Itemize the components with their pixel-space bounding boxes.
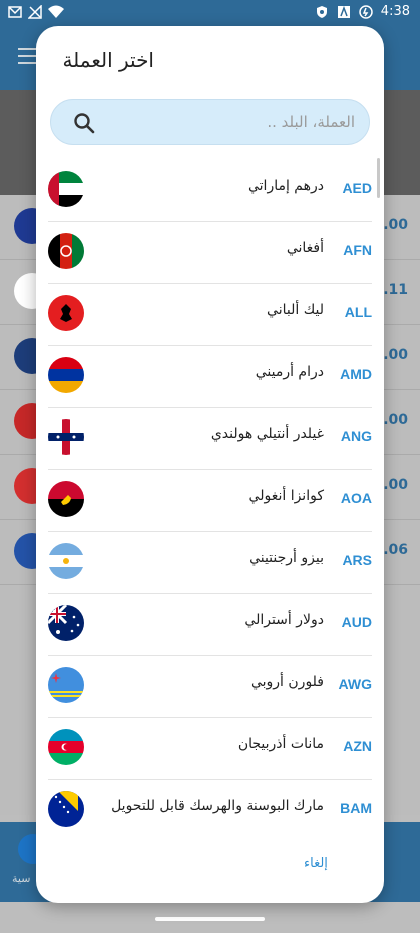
status-time: 4:38: [380, 4, 410, 19]
currency-name: أفغاني: [286, 240, 324, 256]
background-value: .00: [383, 477, 408, 493]
bosnia-flag-icon: [48, 791, 84, 827]
wifi-icon: [48, 5, 64, 19]
currency-name: ليك ألباني: [267, 302, 324, 318]
search-icon[interactable]: [73, 112, 95, 134]
currency-code: AFN: [343, 242, 372, 258]
currency-item-ang[interactable]: ANG غيلدر أنتيلي هولندي: [36, 408, 384, 470]
currency-name: كوانزا أنغولي: [248, 488, 324, 504]
currency-item-azn[interactable]: AZN مانات أذربيجان: [36, 718, 384, 780]
netherlands-antilles-flag-icon: [48, 419, 84, 455]
currency-code: ARS: [342, 552, 372, 568]
navigation-handle[interactable]: [155, 917, 265, 921]
dialog-title: اختر العملة: [62, 48, 154, 72]
currency-item-ars[interactable]: ARS بيزو أرجنتيني: [36, 532, 384, 594]
currency-code: AWG: [338, 676, 372, 692]
menu-icon: [18, 48, 38, 64]
no-signal-icon: [28, 5, 42, 19]
currency-name: درام أرميني: [255, 364, 324, 380]
uae-flag-icon: [48, 171, 84, 207]
currency-code: AMD: [340, 366, 372, 382]
currency-list: AED درهم إماراتي AFN أفغاني ALL ليك ألبا…: [36, 160, 384, 827]
angola-flag-icon: [48, 481, 84, 517]
armenia-flag-icon: [48, 357, 84, 393]
currency-item-aoa[interactable]: AOA كوانزا أنغولي: [36, 470, 384, 532]
currency-name: دولار أسترالي: [244, 612, 324, 628]
battery-saver-icon: [359, 4, 373, 19]
currency-item-all[interactable]: ALL ليك ألباني: [36, 284, 384, 346]
currency-name: فلورن أروبي: [250, 674, 324, 690]
mail-icon: [8, 5, 22, 19]
currency-code: BAM: [340, 800, 372, 816]
aruba-flag-icon: [48, 667, 84, 703]
search-box[interactable]: [50, 99, 370, 145]
argentina-flag-icon: [48, 543, 84, 579]
currency-name: بيزو أرجنتيني: [249, 550, 324, 566]
currency-item-bam[interactable]: BAM مارك البوسنة والهرسك قابل للتحويل: [36, 780, 384, 827]
shield-icon: [315, 5, 329, 19]
background-bottom-label: ﺳﻴﺔ: [12, 872, 31, 885]
currency-name: غيلدر أنتيلي هولندي: [210, 426, 324, 442]
currency-code: AOA: [340, 490, 372, 506]
currency-name: مانات أذربيجان: [237, 736, 324, 752]
currency-code: ALL: [344, 304, 372, 320]
currency-item-aed[interactable]: AED درهم إماراتي: [36, 160, 384, 222]
currency-item-aud[interactable]: AUD دولار أسترالي: [36, 594, 384, 656]
status-bar: 4:38: [0, 0, 420, 26]
currency-code: AUD: [341, 614, 372, 630]
font-icon: [337, 5, 351, 19]
azerbaijan-flag-icon: [48, 729, 84, 765]
currency-item-amd[interactable]: AMD درام أرميني: [36, 346, 384, 408]
currency-item-afn[interactable]: AFN أفغاني: [36, 222, 384, 284]
cancel-button[interactable]: إلغاء: [304, 856, 328, 871]
background-value: .00: [383, 412, 408, 428]
currency-name: درهم إماراتي: [247, 178, 324, 194]
currency-name: مارك البوسنة والهرسك قابل للتحويل: [111, 798, 324, 814]
albania-flag-icon: [48, 295, 84, 331]
background-value: .00: [383, 347, 408, 363]
currency-code: ANG: [340, 428, 372, 444]
currency-code: AZN: [343, 738, 372, 754]
currency-code: AED: [342, 180, 372, 196]
currency-picker-dialog: اختر العملة AED درهم إماراتي AFN أفغاني: [36, 26, 384, 903]
search-input[interactable]: [107, 108, 355, 136]
afghanistan-flag-icon: [48, 233, 84, 269]
australia-flag-icon: [48, 605, 84, 641]
currency-item-awg[interactable]: AWG فلورن أروبي: [36, 656, 384, 718]
